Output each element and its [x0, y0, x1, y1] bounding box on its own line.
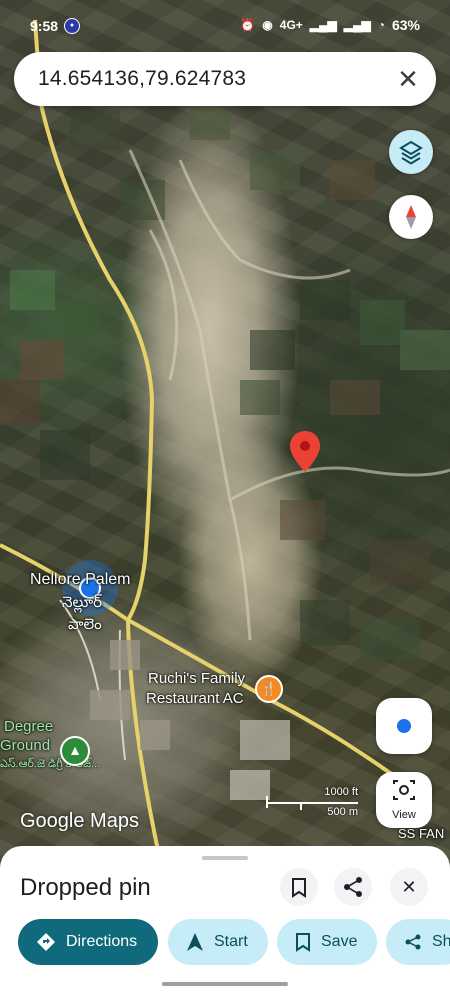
map-scale: 1000 ft 500 m — [266, 786, 362, 822]
layers-button[interactable] — [389, 130, 433, 174]
village-label-te-1: నెల్లూర్ — [62, 594, 103, 611]
camera-scan-icon — [393, 780, 415, 800]
share-icon — [344, 877, 362, 897]
restaurant-label-2[interactable]: Restaurant AC — [146, 690, 244, 707]
share-button[interactable] — [334, 868, 372, 906]
save-bookmark-button[interactable] — [280, 868, 318, 906]
scale-meters: 500 m — [327, 806, 358, 818]
location-status-icon: ◉ — [262, 18, 273, 32]
signal-icon: ▂▄▆ — [309, 18, 337, 32]
view-button[interactable]: View — [376, 772, 432, 828]
recording-icon: ● — [64, 18, 80, 34]
directions-icon — [36, 932, 56, 952]
search-bar[interactable]: 14.654136,79.624783 ✕ — [14, 52, 436, 106]
start-label: Start — [214, 933, 248, 950]
close-icon[interactable]: ✕ — [394, 65, 422, 93]
drag-handle[interactable] — [202, 856, 248, 860]
status-bar: 9:58 ● ⏰ ◉ 4G+ ▂▄▆ ▂▄▆ ◔ 63% — [0, 0, 450, 52]
compass-icon — [406, 205, 416, 229]
share-label: Sha — [432, 933, 450, 950]
save-button[interactable]: Save — [277, 919, 377, 965]
battery-icon: ◔ — [377, 18, 385, 32]
ground-label-1[interactable]: Degree — [4, 718, 53, 735]
place-sheet[interactable]: Dropped pin ✕ Directions Start Save Sh — [0, 846, 450, 998]
restaurant-label-1[interactable]: Ruchi's Family — [148, 670, 245, 687]
village-blocks — [90, 640, 290, 800]
signal-icon-2: ▂▄▆ — [343, 18, 371, 32]
gesture-bar — [162, 982, 288, 986]
scale-tick — [266, 796, 268, 808]
share-icon — [404, 933, 422, 951]
close-icon: ✕ — [401, 877, 417, 897]
park-tree-icon[interactable]: ▲ — [60, 736, 90, 766]
directions-button[interactable]: Directions — [18, 919, 158, 965]
restaurant-pin-icon[interactable]: 🍴 — [255, 675, 283, 703]
share-chip[interactable]: Sha — [386, 919, 450, 965]
search-query[interactable]: 14.654136,79.624783 — [38, 67, 246, 91]
status-time: 9:58 — [30, 18, 59, 34]
bookmark-icon — [295, 932, 311, 952]
battery-percent: 63% — [391, 17, 420, 33]
layers-icon — [399, 140, 423, 165]
close-sheet-button[interactable]: ✕ — [390, 868, 428, 906]
scale-feet: 1000 ft — [324, 786, 358, 798]
dropped-pin-marker[interactable] — [288, 430, 322, 474]
village-label-en[interactable]: Nellore Palem — [30, 571, 130, 589]
my-location-icon — [397, 719, 411, 733]
alarm-icon: ⏰ — [240, 18, 256, 32]
navigation-arrow-icon — [186, 932, 204, 952]
scale-bar — [266, 802, 358, 804]
google-maps-attribution: Google Maps — [20, 810, 139, 832]
compass-button[interactable] — [389, 195, 433, 239]
network-type: 4G+ — [279, 18, 303, 32]
scale-tick — [300, 802, 302, 810]
save-label: Save — [321, 933, 358, 950]
ss-label: SS FAN — [398, 826, 445, 841]
view-label: View — [392, 809, 416, 821]
start-button[interactable]: Start — [168, 919, 268, 965]
place-title: Dropped pin — [20, 874, 151, 901]
ground-label-2[interactable]: Ground — [0, 737, 50, 754]
status-icons: ⏰ ◉ 4G+ ▂▄▆ ▂▄▆ ◔ 63% — [240, 17, 420, 33]
bookmark-icon — [292, 878, 306, 898]
village-label-te-2: పాలెం — [68, 616, 102, 633]
my-location-button[interactable] — [376, 698, 432, 754]
directions-label: Directions — [66, 933, 138, 950]
